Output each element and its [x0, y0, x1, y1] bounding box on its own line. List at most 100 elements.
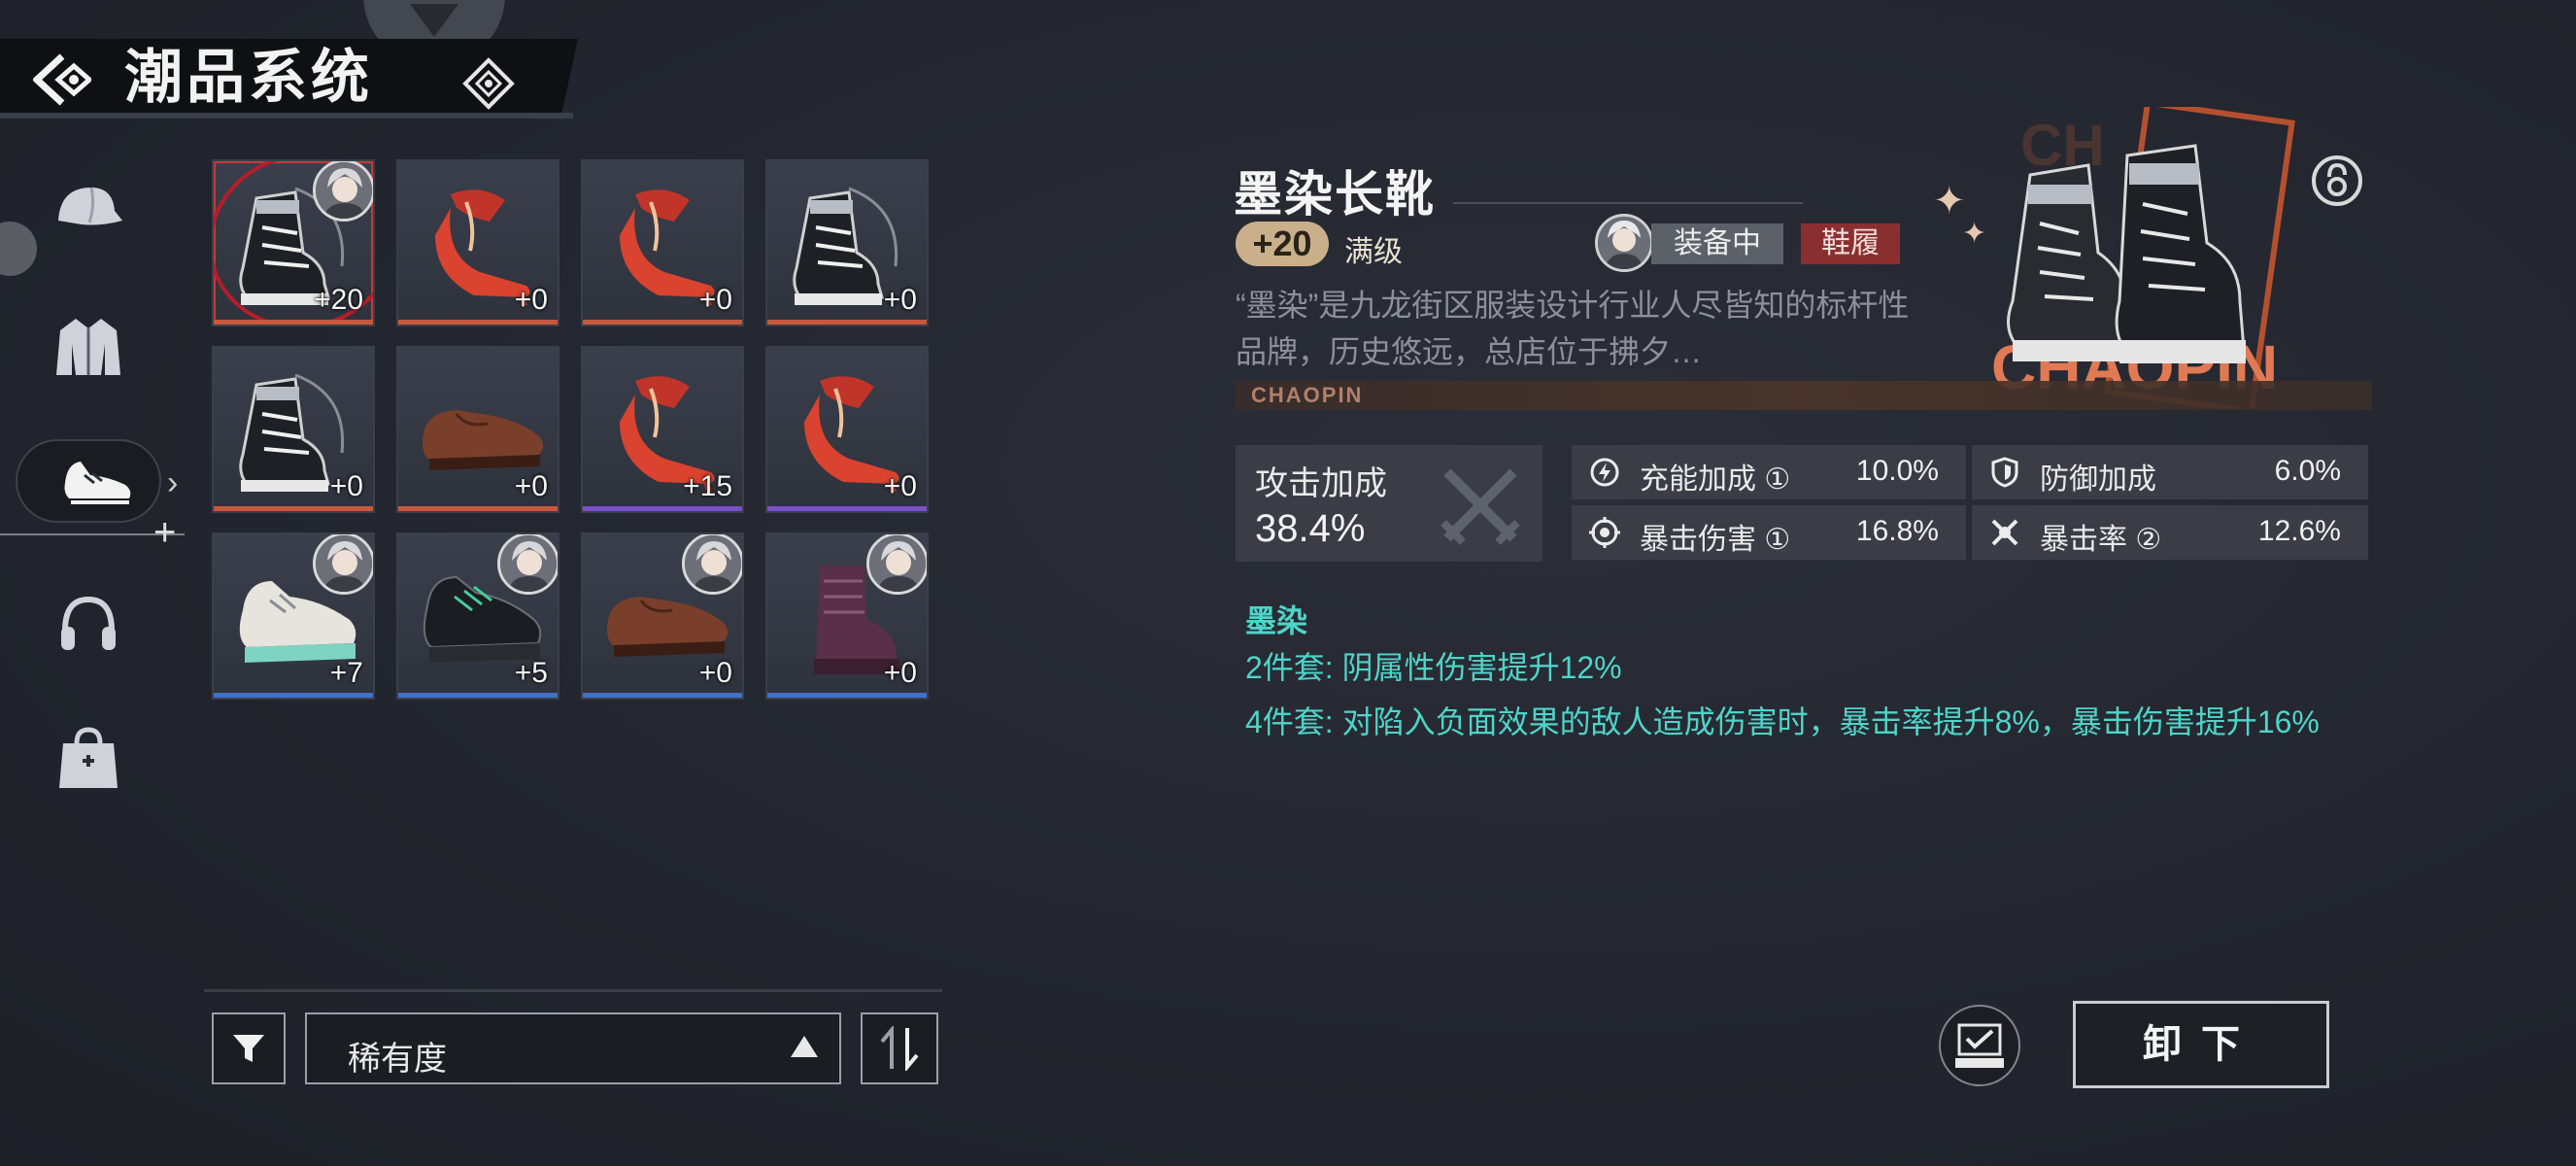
rarity-bar: [767, 506, 927, 511]
diamond-icon[interactable]: [461, 56, 516, 111]
svg-text:✦: ✦: [1933, 179, 1966, 223]
down-arrow-icon: [410, 4, 458, 37]
sub-stat-value: 16.8%: [1855, 515, 1939, 547]
filter-icon: [233, 1035, 264, 1062]
crit-rate-icon: [1991, 519, 2018, 546]
shoe-card[interactable]: +20: [212, 159, 375, 326]
caret-up-icon: [791, 1036, 818, 1057]
rarity-bar: [214, 320, 373, 325]
level-badge: +20: [1236, 222, 1329, 266]
equipped-avatar: [682, 534, 742, 595]
crossed-swords-icon: [1441, 468, 1520, 545]
item-name: 墨染长靴: [1234, 167, 1436, 222]
sort-dropdown[interactable]: 稀有度: [305, 1012, 841, 1084]
rarity-bar: [767, 320, 927, 325]
rarity-bar: [398, 506, 558, 511]
sub-stat-defense: 防御加成 6.0%: [1972, 445, 2368, 499]
max-level-label: 满级: [1344, 236, 1403, 268]
card-level: +0: [514, 470, 548, 502]
set-name: 墨染: [1245, 603, 1308, 638]
item-description: “墨染”是九龙街区服装设计行业人尽皆知的标杆性品牌，历史悠远，总店位于拂夕…: [1236, 288, 1910, 369]
rarity-bar: [214, 693, 373, 698]
shoe-card[interactable]: +0: [581, 532, 744, 700]
brand-strip: CHAOPIN: [1236, 381, 2372, 410]
card-level: +5: [514, 657, 548, 689]
shoe-card[interactable]: +0: [396, 159, 559, 326]
card-level: +0: [329, 470, 363, 502]
sort-dropdown-value: 稀有度: [348, 1041, 447, 1078]
sidebar-item-shoes[interactable]: [56, 439, 140, 523]
shoe-card[interactable]: +0: [765, 346, 929, 513]
main-stat-label: 攻击加成: [1255, 465, 1387, 502]
shoe-card[interactable]: +0: [765, 532, 929, 700]
set-bonus-2: 2件套: 阴属性伤害提升12%: [1245, 650, 1622, 685]
equipped-avatar: [313, 161, 373, 222]
sub-stat-value: 12.6%: [2257, 515, 2341, 547]
slot-type-tag: 鞋履: [1801, 223, 1900, 264]
card-level: +7: [329, 657, 363, 689]
main-stat-value: 38.4%: [1255, 507, 1366, 550]
equipped-character-avatar: [1595, 214, 1653, 272]
rarity-bar: [583, 506, 742, 511]
unequip-button[interactable]: 卸下: [2073, 1001, 2329, 1088]
filter-button[interactable]: [212, 1012, 286, 1084]
back-icon[interactable]: [33, 52, 91, 107]
header-stripe: [0, 113, 573, 119]
shoe-card[interactable]: +0: [212, 346, 375, 513]
sidebar-item-jacket[interactable]: [47, 305, 130, 389]
energy-icon: [1590, 458, 1619, 487]
sub-stat-label: 防御加成: [2040, 463, 2156, 496]
sidebar-item-cap[interactable]: [47, 167, 130, 251]
shoe-card[interactable]: +0: [396, 346, 559, 513]
card-level: +0: [698, 284, 732, 316]
card-level: +20: [314, 284, 363, 316]
sub-stat-value: 10.0%: [1855, 455, 1939, 487]
sub-stat-crit-rate: 暴击率 ② 12.6%: [1972, 505, 2368, 560]
side-handle[interactable]: [0, 222, 37, 276]
card-level: +0: [883, 657, 917, 689]
card-level: +0: [514, 284, 548, 316]
boots-artwork: [2007, 144, 2246, 363]
shoes-icon: [64, 462, 131, 504]
main-stat-box: 攻击加成 38.4%: [1236, 445, 1542, 562]
bag-icon: [59, 727, 118, 788]
sub-stat-value: 6.0%: [2274, 455, 2341, 487]
shoe-card[interactable]: +0: [581, 159, 744, 326]
rarity-bar: [398, 693, 558, 698]
compare-button[interactable]: [1939, 1005, 2020, 1086]
sub-stat-label: 充能加成 ①: [1640, 463, 1791, 496]
shoe-card[interactable]: +7: [212, 532, 375, 700]
shoe-card[interactable]: +0: [765, 159, 929, 326]
cap-icon: [58, 187, 122, 225]
sort-order-icon: [880, 1026, 919, 1071]
set-bonus-4: 4件套: 对陷入负面效果的敌人造成伤害时，暴击率提升8%，暴击伤害提升16%: [1245, 704, 2320, 739]
rarity-bar: [583, 320, 742, 325]
filter-divider: [204, 989, 942, 992]
sub-stat-crit-damage: 暴击伤害 ① 16.8%: [1572, 505, 1966, 560]
equipped-avatar: [313, 534, 373, 595]
equipped-status-tag: 装备中: [1651, 223, 1783, 264]
page-title: 潮品系统: [124, 45, 373, 110]
crit-damage-icon: [1589, 517, 1620, 548]
equipped-avatar: [866, 534, 927, 595]
shoe-card[interactable]: +15: [581, 346, 744, 513]
card-level: +15: [683, 470, 732, 502]
rarity-bar: [583, 693, 742, 698]
item-artwork: CH CHAOPIN ✦ ✦: [1933, 107, 2295, 408]
card-level: +0: [883, 284, 917, 316]
rarity-bar: [767, 693, 927, 698]
brand-strip-text: CHAOPIN: [1251, 383, 1364, 407]
sub-stat-label: 暴击伤害 ①: [1640, 524, 1791, 556]
sort-order-button[interactable]: [861, 1012, 938, 1084]
lock-icon[interactable]: [2310, 154, 2364, 208]
sub-stat-energy: 充能加成 ① 10.0%: [1572, 445, 1966, 499]
sidebar-item-bag[interactable]: [47, 717, 130, 801]
card-level: +0: [883, 470, 917, 502]
sidebar-item-headphones[interactable]: [47, 581, 130, 665]
rarity-bar: [398, 320, 558, 325]
shield-icon: [1991, 457, 2018, 488]
name-underline: [1453, 202, 1803, 204]
clipboard-check-icon: [1955, 1023, 2004, 1068]
shoe-card[interactable]: +5: [396, 532, 559, 700]
svg-text:✦: ✦: [1962, 217, 1986, 251]
